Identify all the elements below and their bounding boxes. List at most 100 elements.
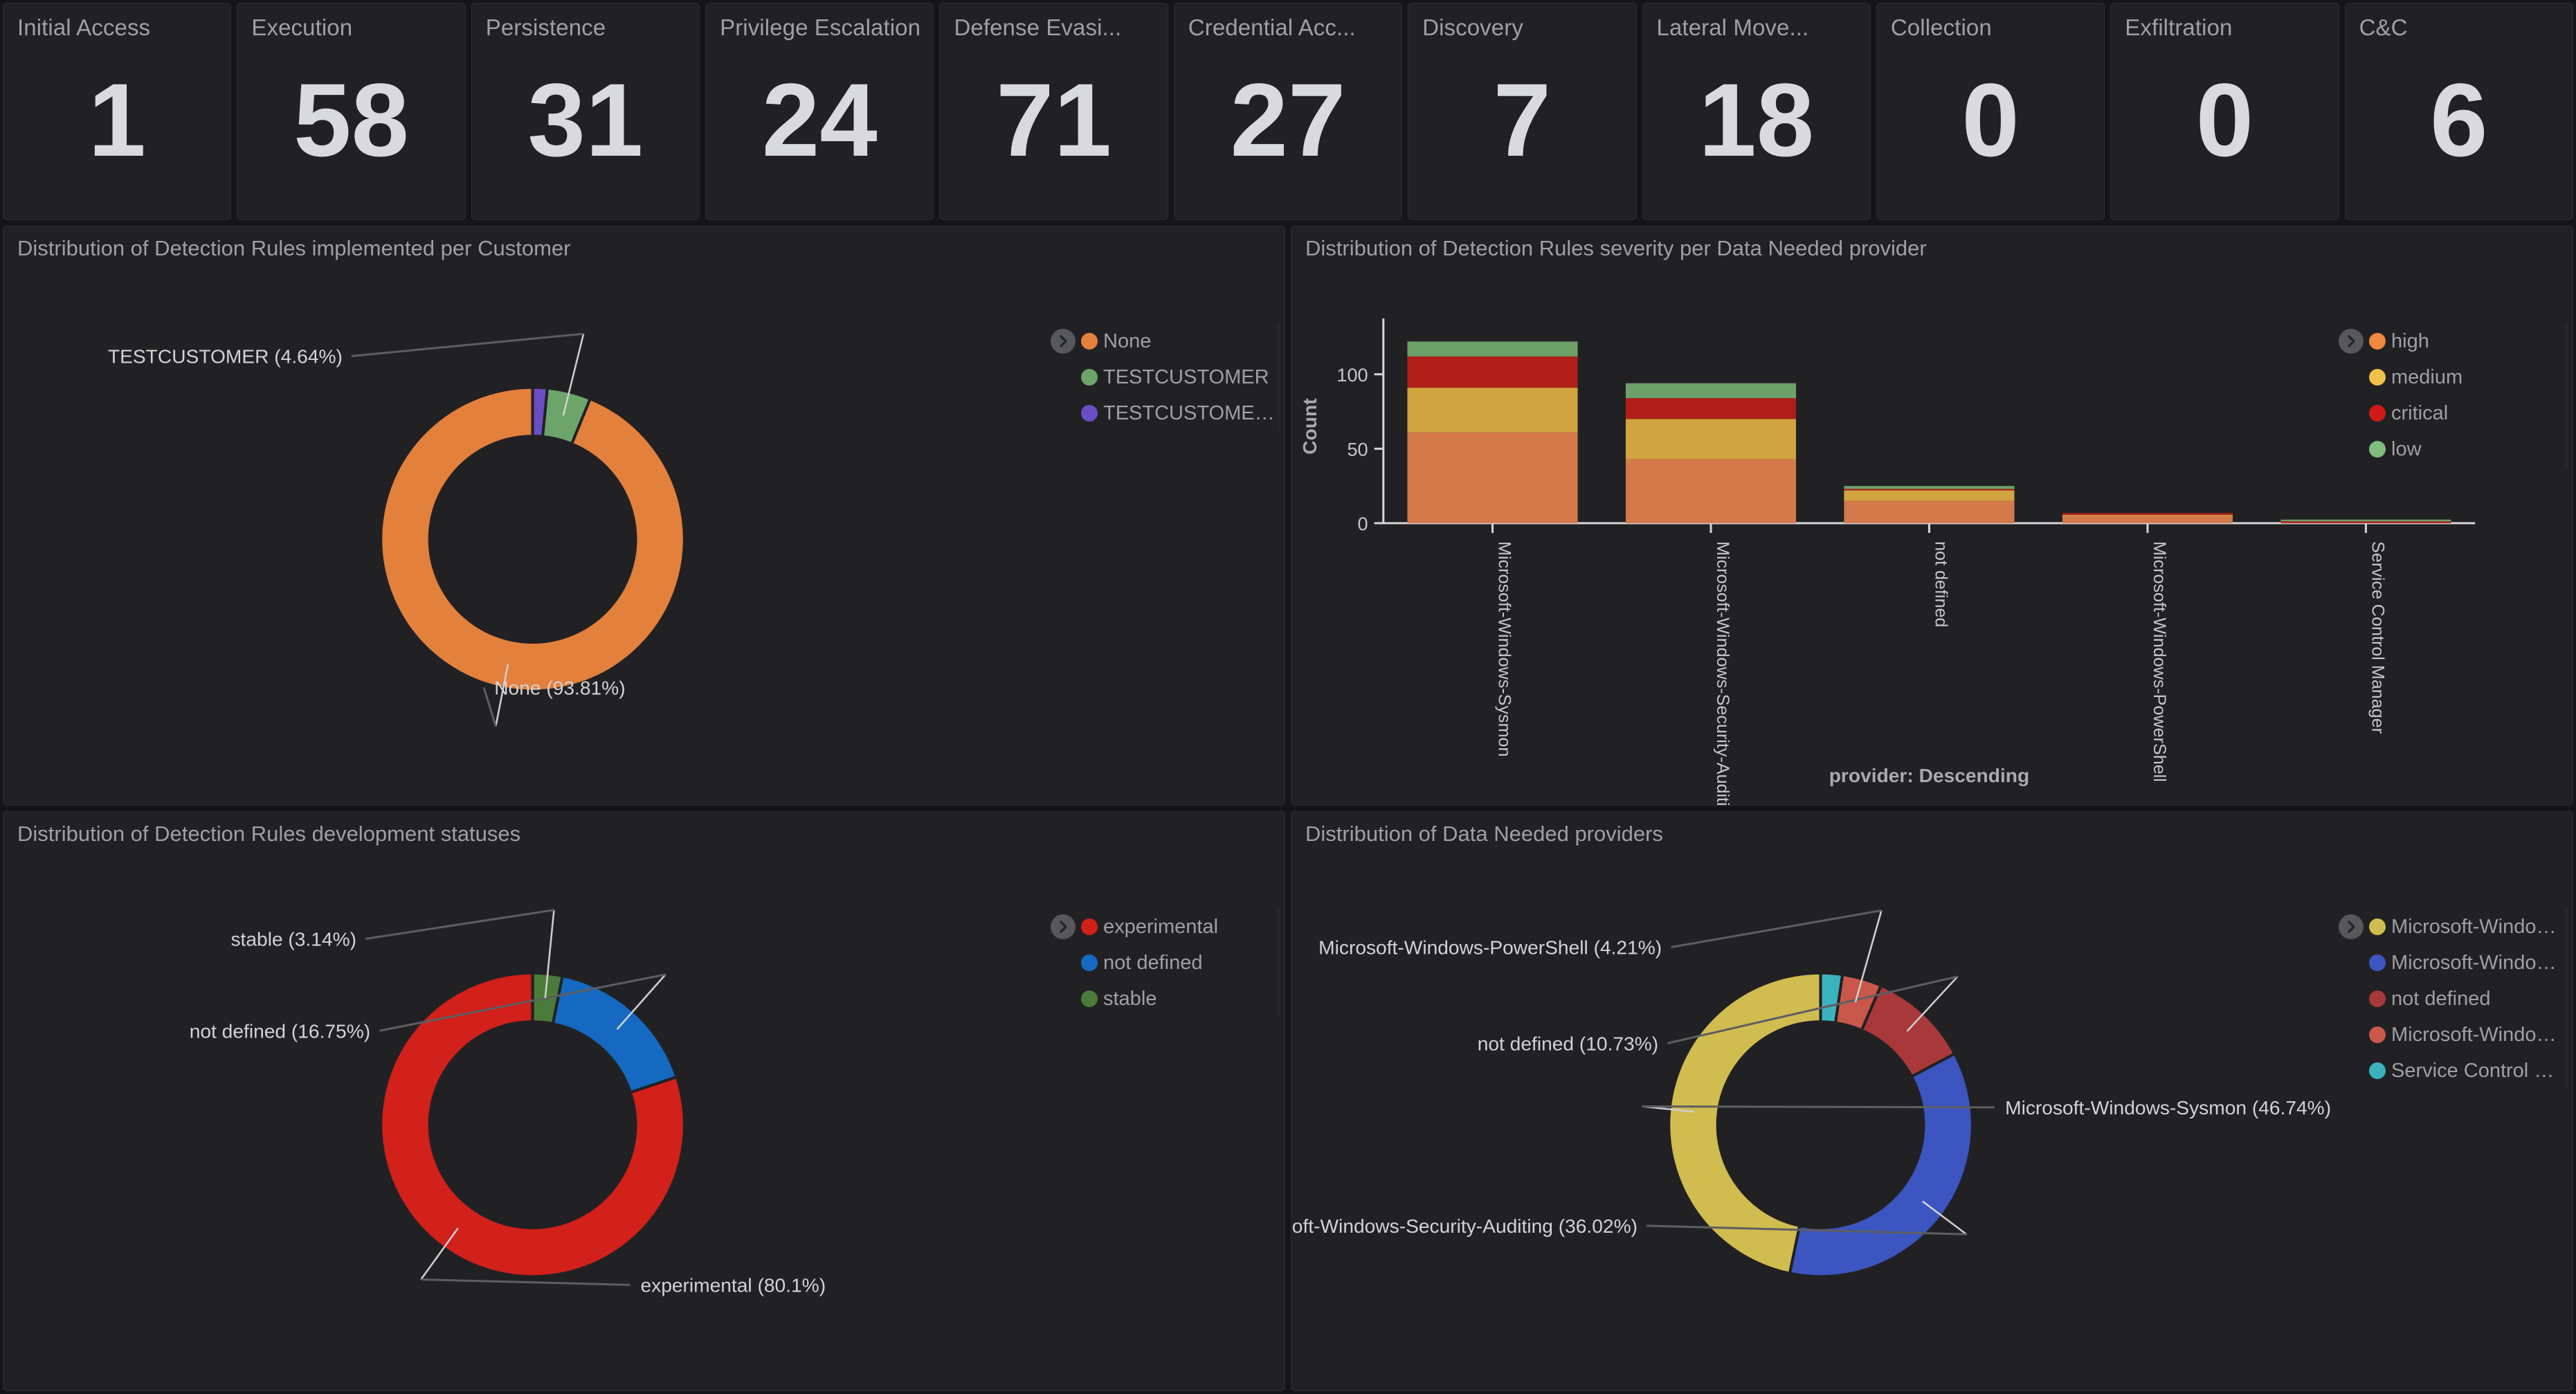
- panel-row-top: Distribution of Detection Rules implemen…: [0, 226, 2576, 806]
- legend-color-swatch: [1081, 333, 1098, 350]
- metric-title: Execution: [251, 15, 353, 40]
- legend-label: TESTCUSTOMER2: [1103, 401, 1279, 424]
- chevron-right-icon[interactable]: [2339, 914, 2364, 939]
- metric-card[interactable]: Defense Evasi... 71: [939, 3, 1168, 220]
- metric-card[interactable]: Lateral Move... 18: [1642, 3, 1871, 220]
- metric-card[interactable]: Exfiltration 0: [2110, 3, 2339, 220]
- legend-severity[interactable]: high medium critical low: [2339, 323, 2567, 467]
- panel-providers[interactable]: Distribution of Data Needed providers Mi…: [1291, 811, 2573, 1391]
- metric-value: 6: [2430, 62, 2488, 178]
- bar-segment[interactable]: [1844, 489, 2015, 491]
- metric-card[interactable]: Execution 58: [237, 3, 466, 220]
- panel-customers[interactable]: Distribution of Detection Rules implemen…: [3, 226, 1285, 806]
- legend-label: None: [1103, 329, 1152, 352]
- slice-callout-label: None (93.81%): [494, 677, 625, 698]
- slice-callout-label: not defined (16.75%): [190, 1020, 370, 1042]
- x-axis-tick-label: Microsoft-Windows-PowerShell: [2150, 541, 2169, 782]
- metric-title: Discovery: [1422, 15, 1523, 40]
- bar-segment[interactable]: [1407, 341, 1578, 356]
- panel-statuses[interactable]: Distribution of Detection Rules developm…: [3, 811, 1285, 1391]
- metric-card[interactable]: Initial Access 1: [3, 3, 232, 220]
- y-axis-title: Count: [1299, 398, 1321, 455]
- metric-card[interactable]: Discovery 7: [1408, 3, 1637, 220]
- panel-title-statuses: Distribution of Detection Rules developm…: [17, 822, 521, 846]
- metric-title: Credential Acc...: [1188, 15, 1356, 40]
- x-axis-tick-label: Service Control Manager: [2368, 541, 2387, 734]
- legend-item[interactable]: TESTCUSTOMER: [1051, 359, 1279, 395]
- legend-label: experimental: [1103, 915, 1219, 938]
- metric-title: Lateral Move...: [1656, 15, 1809, 40]
- metric-title: C&C: [2359, 15, 2408, 40]
- bar-segment[interactable]: [1407, 388, 1578, 433]
- legend-color-swatch: [2369, 369, 2386, 386]
- metric-value: 0: [2195, 62, 2254, 178]
- bar-segment[interactable]: [2062, 516, 2233, 523]
- legend-item[interactable]: low: [2339, 431, 2567, 467]
- legend-item[interactable]: not defined: [1051, 945, 1279, 981]
- bar-segment[interactable]: [2062, 513, 2233, 515]
- metric-card[interactable]: Credential Acc... 27: [1173, 3, 1403, 220]
- chevron-right-icon[interactable]: [2339, 329, 2364, 354]
- callout-elbow-line: [351, 332, 584, 357]
- bar-segment[interactable]: [2280, 521, 2451, 523]
- legend-item[interactable]: Service Control Mana...: [2339, 1053, 2567, 1089]
- legend-customers[interactable]: None TESTCUSTOMER TESTCUSTOMER2: [1051, 323, 1279, 431]
- legend-item[interactable]: not defined: [2339, 981, 2567, 1017]
- legend-label: not defined: [2391, 987, 2491, 1010]
- bar-segment[interactable]: [2280, 519, 2451, 522]
- chevron-right-icon[interactable]: [1051, 914, 1076, 939]
- metric-value: 71: [996, 62, 1112, 178]
- slice-callout-label: crosoft-Windows-Security-Auditing (36.02…: [1291, 1215, 1638, 1237]
- slice-callout-label: stable (3.14%): [230, 928, 356, 950]
- legend-statuses[interactable]: experimental not defined stable: [1051, 909, 1279, 1017]
- bar-segment[interactable]: [1407, 356, 1578, 388]
- bar-segment[interactable]: [1625, 419, 1797, 460]
- legend-color-swatch: [2369, 441, 2386, 458]
- slice-callout-label: TESTCUSTOMER (4.64%): [108, 346, 343, 368]
- panel-severity[interactable]: Distribution of Detection Rules severity…: [1291, 226, 2573, 806]
- donut-slice[interactable]: [1788, 1051, 1974, 1278]
- legend-item[interactable]: experimental: [1051, 909, 1279, 945]
- legend-providers[interactable]: Microsoft-Windows-S... Microsoft-Windows-…: [2339, 909, 2567, 1089]
- bar-segment[interactable]: [1844, 486, 2015, 489]
- metric-value: 7: [1493, 62, 1552, 178]
- metric-card[interactable]: C&C 6: [2344, 3, 2573, 220]
- bar-segment[interactable]: [1407, 432, 1578, 523]
- y-axis-tick-label: 100: [1336, 364, 1368, 386]
- bar-segment[interactable]: [1844, 490, 2015, 501]
- legend-label: low: [2391, 437, 2422, 460]
- legend-item[interactable]: Microsoft-Windows-P...: [2339, 1017, 2567, 1053]
- bar-segment[interactable]: [1844, 500, 2015, 523]
- legend-color-swatch: [1081, 405, 1098, 422]
- legend-item[interactable]: Microsoft-Windows-S...: [2339, 909, 2567, 945]
- legend-item[interactable]: stable: [1051, 981, 1279, 1017]
- legend-label: Microsoft-Windows-P...: [2391, 1023, 2567, 1046]
- metric-value: 27: [1230, 62, 1346, 178]
- bar-segment[interactable]: [1625, 398, 1797, 419]
- metric-card[interactable]: Privilege Escalation 24: [705, 3, 934, 220]
- legend-item[interactable]: critical: [2339, 395, 2567, 431]
- legend-label: Microsoft-Windows-S...: [2391, 915, 2567, 938]
- metric-value: 24: [761, 62, 878, 178]
- legend-item[interactable]: None: [1051, 323, 1279, 359]
- metric-title: Privilege Escalation: [720, 15, 921, 40]
- metric-value: 18: [1698, 62, 1815, 178]
- chevron-right-icon[interactable]: [1051, 329, 1076, 354]
- panel-body-statuses: experimental (80.1%) not defined (16.75%)…: [3, 852, 1285, 1391]
- legend-label: medium: [2391, 365, 2463, 388]
- bar-segment[interactable]: [1625, 459, 1797, 523]
- legend-label: critical: [2391, 401, 2449, 424]
- callout-elbow-line: [365, 909, 554, 940]
- metric-card[interactable]: Collection 0: [1876, 3, 2105, 220]
- bar-segment[interactable]: [2062, 514, 2233, 516]
- legend-divider: [1278, 323, 1279, 431]
- metric-title: Persistence: [485, 15, 606, 40]
- metric-card[interactable]: Persistence 31: [471, 3, 700, 220]
- legend-label: Service Control Mana...: [2391, 1059, 2567, 1082]
- legend-item[interactable]: medium: [2339, 359, 2567, 395]
- metric-title: Initial Access: [17, 15, 151, 40]
- bar-segment[interactable]: [1625, 383, 1797, 399]
- legend-item[interactable]: TESTCUSTOMER2: [1051, 395, 1279, 431]
- legend-item[interactable]: high: [2339, 323, 2567, 359]
- legend-item[interactable]: Microsoft-Windows-S...: [2339, 945, 2567, 981]
